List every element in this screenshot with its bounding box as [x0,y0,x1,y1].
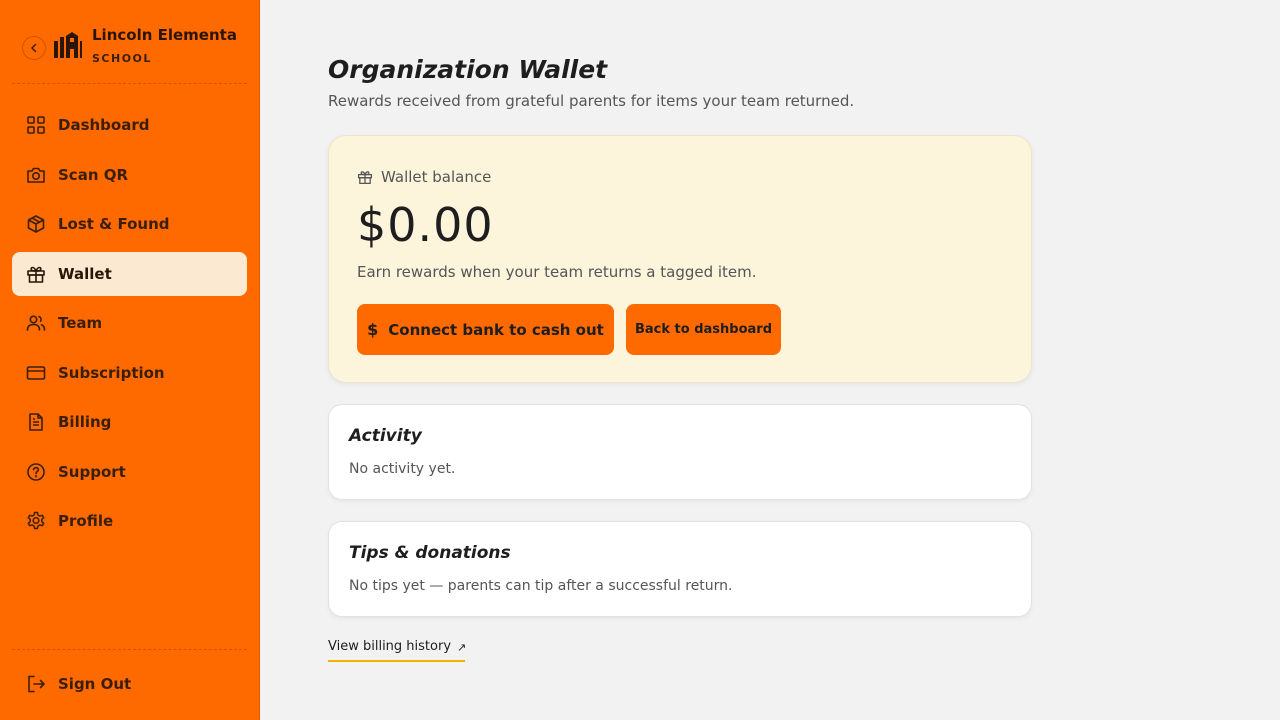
sidebar-item-wallet[interactable]: Wallet [12,251,247,296]
gear-icon [27,511,45,530]
sidebar-item-label: Profile [58,512,114,530]
school-icon [54,32,82,58]
sidebar-item-billing[interactable]: Billing [12,400,247,444]
chevron-left-icon [30,43,37,53]
billing-link-label: View billing history [328,639,452,654]
brand: Lincoln Elementary SCHOOL [12,22,247,84]
activity-title: Activity [349,426,422,446]
external-link-icon: ↗ [457,641,467,654]
sidebar-item-team[interactable]: Team [12,301,247,345]
tips-title: Tips & donations [349,543,511,563]
sidebar-item-scan-qr[interactable]: Scan QR [12,153,247,197]
sidebar-item-support[interactable]: Support [12,450,247,494]
log-out-icon [28,675,45,693]
sidebar-nav: Dashboard Scan QR Lost & Found Wallet Te… [12,103,247,549]
activity-empty-text: No activity yet. [349,461,456,477]
camera-icon [27,167,45,183]
sidebar-item-subscription[interactable]: Subscription [12,351,247,395]
wallet-balance-card: Wallet balance $0.00 Earn rewards when y… [328,135,1032,383]
page-subtitle: Rewards received from grateful parents f… [328,92,855,110]
sidebar-item-label: Wallet [58,264,112,283]
sidebar-item-label: Scan QR [58,165,129,184]
sidebar-item-label: Dashboard [58,116,150,134]
tips-empty-text: No tips yet — parents can tip after a su… [349,578,733,594]
organization-type: SCHOOL [92,52,152,65]
wallet-balance-amount: $0.00 [357,198,494,252]
credit-card-icon [26,365,46,380]
sidebar-item-label: Subscription [58,363,165,382]
tips-card: Tips & donations No tips yet — parents c… [328,521,1032,617]
wallet-balance-label: Wallet balance [381,168,492,186]
sign-out-label: Sign Out [58,675,132,693]
sidebar-item-label: Lost & Found [58,215,170,233]
sidebar-item-profile[interactable]: Profile [12,499,247,543]
sidebar-item-label: Support [58,462,126,481]
sidebar-footer: Sign Out [12,649,247,693]
sidebar-item-label: Billing [58,413,112,431]
sign-out-button[interactable]: Sign Out [12,662,247,706]
sidebar-item-lost-found[interactable]: Lost & Found [12,202,247,246]
back-to-dashboard-button[interactable]: Back to dashboard [626,304,781,355]
connect-bank-button[interactable]: $ Connect bank to cash out [357,304,614,355]
gift-icon [27,266,45,283]
dollar-icon: $ [367,320,379,339]
grid-icon [27,116,45,134]
file-icon [29,413,43,431]
wallet-balance-header: Wallet balance [357,168,491,186]
connect-bank-label: Connect bank to cash out [388,320,604,339]
help-circle-icon [27,462,45,481]
gift-icon [357,171,373,185]
sidebar: Lincoln Elementary SCHOOL Dashboard Scan… [0,0,260,720]
organization-name: Lincoln Elementary [92,26,238,44]
sidebar-item-label: Team [58,314,103,332]
sidebar-item-dashboard[interactable]: Dashboard [12,103,247,147]
page-title: Organization Wallet [328,55,608,84]
view-billing-history-link[interactable]: View billing history ↗ [328,639,467,662]
wallet-balance-note: Earn rewards when your team returns a ta… [357,263,757,281]
activity-card: Activity No activity yet. [328,404,1032,500]
collapse-sidebar-button[interactable] [22,36,46,60]
box-icon [27,215,45,233]
users-icon [26,315,46,331]
